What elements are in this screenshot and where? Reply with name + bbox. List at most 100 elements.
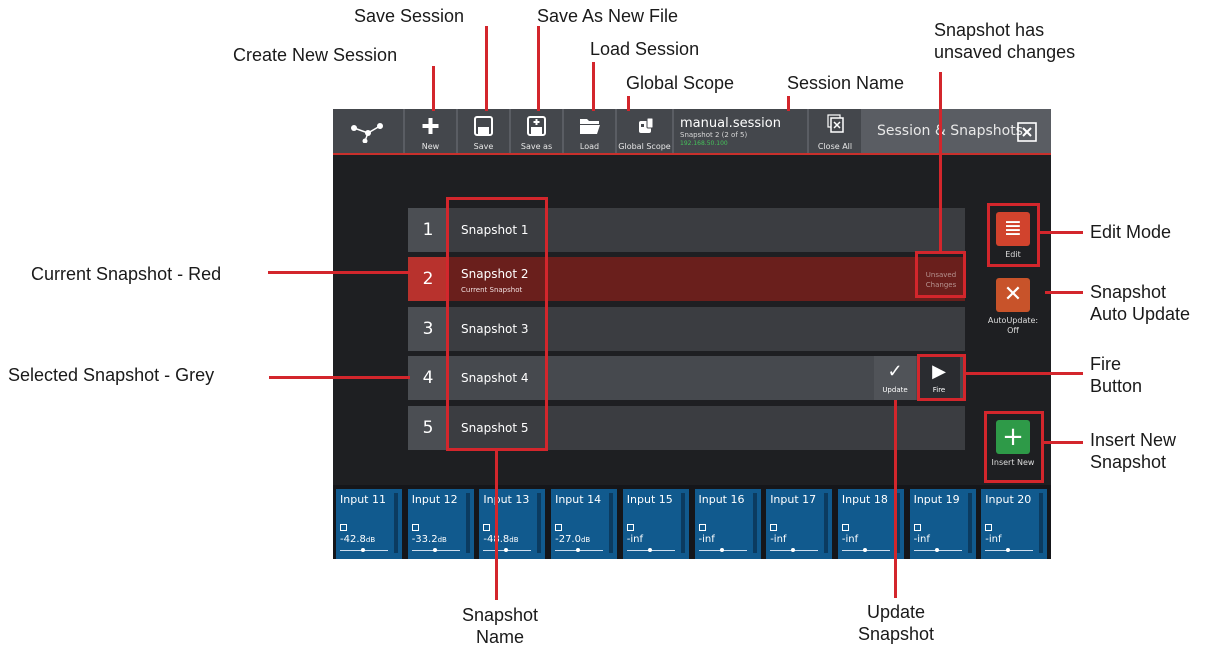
channel-5[interactable]: Input 15 -inf bbox=[622, 489, 689, 559]
callout-snapshot-unsaved-line2: unsaved changes bbox=[934, 42, 1076, 62]
callout-auto-update-line2: Auto Update bbox=[1090, 304, 1191, 324]
channel-meter bbox=[465, 493, 470, 553]
level-value: -inf bbox=[841, 534, 859, 545]
save-as-button[interactable]: Save as bbox=[511, 109, 562, 155]
channel-1[interactable]: Input 11 -42.8dB bbox=[336, 489, 402, 559]
channel-10[interactable]: Input 20 -inf bbox=[981, 489, 1048, 559]
save-session-button[interactable]: Save bbox=[458, 109, 509, 155]
snapshot-number: 1 bbox=[408, 208, 448, 252]
channel-name: Input 17 bbox=[770, 493, 817, 506]
new-session-button[interactable]: New bbox=[405, 109, 456, 155]
fader-handle[interactable] bbox=[934, 548, 939, 552]
fader-handle[interactable] bbox=[1006, 548, 1011, 552]
close-icon[interactable] bbox=[1017, 122, 1037, 142]
load-session-label: Load bbox=[579, 142, 600, 151]
fader-handle[interactable] bbox=[361, 548, 365, 552]
connector bbox=[268, 271, 410, 274]
channel-level: -inf bbox=[770, 534, 786, 545]
callout-snapshot-name-line1: Snapshot bbox=[461, 605, 539, 625]
callout-global-scope: Global Scope bbox=[626, 73, 735, 93]
channel-level: -27.0dB bbox=[555, 534, 590, 545]
fader-handle[interactable] bbox=[862, 548, 867, 552]
autoupdate-label: AutoUpdate: Off bbox=[987, 316, 1039, 335]
load-session-button[interactable]: Load bbox=[564, 109, 615, 155]
channel-4[interactable]: Input 14 -27.0dB bbox=[551, 489, 618, 559]
channel-3[interactable]: Input 13 -48.8dB bbox=[479, 489, 546, 559]
checkmark-icon: ✓ bbox=[887, 361, 903, 381]
connector bbox=[939, 72, 942, 252]
channel-meter bbox=[824, 493, 829, 553]
callout-snapshot-unsaved-line1: Snapshot has bbox=[934, 20, 1045, 40]
channel-name: Input 11 bbox=[340, 493, 386, 506]
auto-update-button[interactable]: ✕ AutoUpdate: Off bbox=[984, 278, 1042, 336]
channel-name: Input 20 bbox=[985, 493, 1032, 506]
channel-level: -33.2dB bbox=[412, 534, 447, 545]
callout-insert-line1: Insert New bbox=[1090, 430, 1177, 450]
fader-handle[interactable] bbox=[576, 548, 581, 552]
callout-snapshot-auto-update: Snapshot Auto Update bbox=[1090, 281, 1190, 325]
level-value: -inf bbox=[698, 534, 715, 545]
session-name: manual.session bbox=[680, 116, 781, 131]
session-ip: 192.168.50.100 bbox=[680, 140, 728, 147]
connector bbox=[495, 451, 498, 600]
update-snapshot-button[interactable]: ✓ Update bbox=[874, 356, 916, 400]
level-value: -42.8 bbox=[340, 534, 366, 545]
save-session-label: Save bbox=[473, 142, 494, 151]
callout-fire-button: Fire Button bbox=[1090, 353, 1142, 397]
connector bbox=[1043, 441, 1083, 444]
channel-level: -inf bbox=[842, 534, 858, 545]
channel-level: -inf bbox=[699, 534, 715, 545]
save-as-label: Save as bbox=[520, 142, 553, 151]
close-all-label: Close All bbox=[817, 142, 853, 151]
callout-create-new-session: Create New Session bbox=[233, 45, 398, 65]
channel-meter bbox=[1039, 493, 1044, 553]
level-unit: dB bbox=[509, 536, 519, 544]
global-scope-icon bbox=[639, 117, 654, 133]
callout-snapshot-name: Snapshot Name bbox=[440, 604, 560, 648]
channel-group-icon bbox=[555, 524, 563, 531]
update-label: Update bbox=[882, 386, 908, 394]
callout-snapshot-name-line2: Name bbox=[475, 627, 524, 647]
fader-handle[interactable] bbox=[791, 548, 796, 552]
channel-level: -inf bbox=[627, 534, 643, 545]
callout-snapshot-unsaved: Snapshot has unsaved changes bbox=[934, 19, 1075, 63]
global-scope-button[interactable]: Global Scope bbox=[617, 109, 672, 155]
channel-name: Input 14 bbox=[555, 493, 602, 506]
callout-insert-line2: Snapshot bbox=[1090, 452, 1167, 472]
connector bbox=[485, 26, 488, 111]
callout-insert-new: Insert New Snapshot bbox=[1090, 429, 1176, 473]
fader-handle[interactable] bbox=[647, 548, 652, 552]
callout-load-session: Load Session bbox=[590, 39, 700, 59]
snapshot-number: 5 bbox=[408, 406, 448, 450]
level-unit: dB bbox=[580, 536, 591, 544]
channel-group-icon bbox=[698, 524, 706, 531]
callout-update-line2: Snapshot bbox=[857, 624, 935, 644]
connector bbox=[537, 26, 540, 111]
channel-level: -42.8dB bbox=[340, 534, 375, 545]
close-all-button[interactable]: Close All bbox=[809, 109, 861, 155]
connector bbox=[787, 96, 790, 111]
fader-handle[interactable] bbox=[719, 548, 724, 552]
callout-edit-mode: Edit Mode bbox=[1090, 222, 1172, 242]
connector bbox=[592, 62, 595, 111]
channel-group-icon bbox=[411, 524, 419, 531]
channel-6[interactable]: Input 16 -inf bbox=[694, 489, 761, 559]
channel-level: -48.8dB bbox=[483, 534, 518, 545]
channel-7[interactable]: Input 17 -inf bbox=[766, 489, 833, 559]
level-value: -inf bbox=[985, 534, 1002, 545]
fader-handle[interactable] bbox=[504, 548, 509, 552]
session-snapshot-info: Snapshot 2 (2 of 5) bbox=[680, 131, 748, 139]
channel-2[interactable]: Input 12 -33.2dB bbox=[407, 489, 474, 559]
channel-level: -inf bbox=[985, 534, 1001, 545]
snapshot-name-highlight bbox=[446, 197, 548, 451]
channel-group-icon bbox=[913, 524, 921, 531]
network-button[interactable] bbox=[333, 109, 403, 155]
fire-highlight bbox=[917, 354, 966, 401]
connector bbox=[966, 372, 1083, 375]
fader-handle[interactable] bbox=[432, 548, 437, 552]
floppy-disk-plus-icon bbox=[527, 116, 546, 136]
channel-9[interactable]: Input 19 -inf bbox=[909, 489, 976, 559]
unsaved-highlight bbox=[915, 251, 966, 298]
connector bbox=[894, 400, 897, 598]
channel-meter bbox=[752, 493, 757, 553]
